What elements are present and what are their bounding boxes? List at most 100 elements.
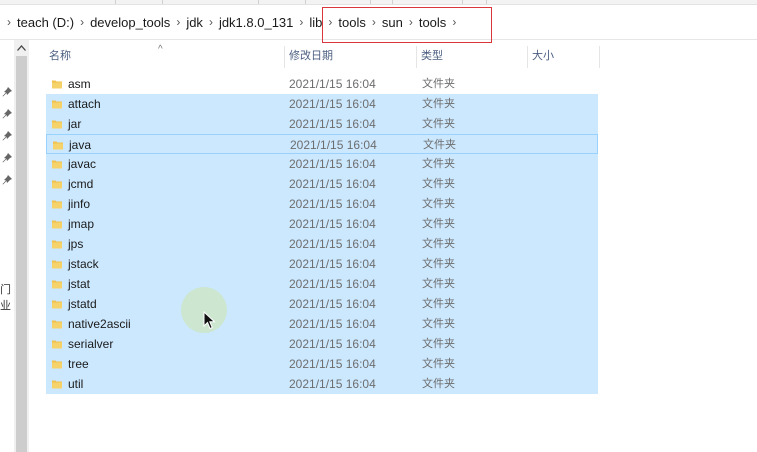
breadcrumb-item-drive[interactable]: teach (D:) — [16, 15, 75, 30]
folder-icon — [51, 198, 63, 210]
folder-icon — [51, 78, 63, 90]
file-type: 文件夹 — [422, 318, 455, 330]
column-header-size-label: 大小 — [532, 50, 554, 62]
folder-icon — [51, 298, 63, 310]
file-date: 2021/1/15 16:04 — [289, 277, 376, 291]
file-name: tree — [68, 357, 89, 371]
folder-icon — [52, 139, 64, 151]
column-header-name-label: 名称 — [49, 50, 71, 62]
file-row[interactable]: jps 2021/1/15 16:04 文件夹 — [46, 234, 598, 254]
file-name: jstack — [68, 257, 99, 271]
file-row[interactable]: native2ascii 2021/1/15 16:04 文件夹 — [46, 314, 598, 334]
file-row[interactable]: jmap 2021/1/15 16:04 文件夹 — [46, 214, 598, 234]
file-type: 文件夹 — [422, 378, 455, 390]
file-name: native2ascii — [68, 317, 131, 331]
file-date: 2021/1/15 16:04 — [289, 97, 376, 111]
file-name: javac — [68, 157, 97, 171]
file-row[interactable]: jar 2021/1/15 16:04 文件夹 — [46, 114, 598, 134]
folder-icon — [51, 378, 63, 390]
pin-icon[interactable] — [1, 130, 13, 142]
chevron-right-icon[interactable]: › — [294, 15, 308, 29]
chevron-right-icon[interactable]: › — [2, 15, 16, 29]
file-date: 2021/1/15 16:04 — [289, 357, 376, 371]
breadcrumb-item-jdk[interactable]: jdk — [185, 15, 204, 30]
file-list: asm 2021/1/15 16:04 文件夹 attach 2021/1/15 16:… — [46, 74, 598, 394]
column-header-type[interactable]: 类型 — [418, 46, 528, 68]
folder-icon — [51, 338, 63, 350]
file-date: 2021/1/15 16:04 — [289, 177, 376, 191]
mouse-cursor-icon — [203, 310, 216, 330]
file-type: 文件夹 — [422, 78, 455, 90]
folder-icon — [51, 258, 63, 270]
pin-icon[interactable] — [1, 174, 13, 186]
column-header-date[interactable]: 修改日期 — [286, 46, 417, 68]
file-type: 文件夹 — [422, 198, 455, 210]
file-name: attach — [68, 97, 101, 111]
file-name: jstat — [68, 277, 91, 291]
chevron-right-icon[interactable]: › — [204, 15, 218, 29]
file-date: 2021/1/15 16:04 — [289, 197, 376, 211]
file-name: asm — [68, 77, 91, 91]
file-name: java — [69, 138, 92, 152]
file-name: jar — [68, 117, 82, 131]
file-row[interactable]: serialver 2021/1/15 16:04 文件夹 — [46, 334, 598, 354]
file-row[interactable]: jstatd 2021/1/15 16:04 文件夹 — [46, 294, 598, 314]
file-name: serialver — [68, 337, 114, 351]
file-date: 2021/1/15 16:04 — [289, 77, 376, 91]
file-name: jstatd — [68, 297, 97, 311]
file-name: jinfo — [68, 197, 91, 211]
file-date: 2021/1/15 16:04 — [289, 257, 376, 271]
file-type: 文件夹 — [422, 238, 455, 250]
sort-up-icon: ^ — [158, 44, 163, 55]
file-date: 2021/1/15 16:04 — [289, 157, 376, 171]
file-date: 2021/1/15 16:04 — [290, 138, 377, 152]
file-row[interactable]: jcmd 2021/1/15 16:04 文件夹 — [46, 174, 598, 194]
folder-icon — [51, 118, 63, 130]
file-date: 2021/1/15 16:04 — [289, 317, 376, 331]
file-date: 2021/1/15 16:04 — [289, 217, 376, 231]
file-type: 文件夹 — [422, 178, 455, 190]
file-row[interactable]: attach 2021/1/15 16:04 文件夹 — [46, 94, 598, 114]
folder-icon — [51, 358, 63, 370]
breadcrumb-item-develop-tools[interactable]: develop_tools — [89, 15, 171, 30]
folder-icon — [51, 218, 63, 230]
chevron-right-icon[interactable]: › — [75, 15, 89, 29]
pin-icon[interactable] — [1, 86, 13, 98]
file-type: 文件夹 — [422, 298, 455, 310]
file-date: 2021/1/15 16:04 — [289, 377, 376, 391]
nav-scrollbar[interactable] — [14, 40, 29, 452]
file-row[interactable]: util 2021/1/15 16:04 文件夹 — [46, 374, 598, 394]
column-header-date-label: 修改日期 — [289, 50, 333, 62]
folder-icon — [51, 238, 63, 250]
file-row[interactable]: java 2021/1/15 16:04 文件夹 — [46, 134, 598, 154]
file-row[interactable]: jstack 2021/1/15 16:04 文件夹 — [46, 254, 598, 274]
scroll-thumb[interactable] — [16, 56, 27, 452]
address-bar[interactable]: › teach (D:) › develop_tools › jdk › jdk… — [0, 5, 757, 43]
file-row[interactable]: asm 2021/1/15 16:04 文件夹 — [46, 74, 598, 94]
chevron-right-icon[interactable]: › — [171, 15, 185, 29]
column-header-name[interactable]: 名称 ^ — [46, 44, 285, 68]
column-header-size[interactable]: 大小 — [529, 46, 600, 68]
column-headers: 名称 ^ 修改日期 类型 大小 — [46, 44, 606, 68]
pin-icon[interactable] — [1, 152, 13, 164]
file-type: 文件夹 — [423, 139, 456, 151]
file-date: 2021/1/15 16:04 — [289, 237, 376, 251]
file-name: jcmd — [68, 177, 94, 191]
file-row[interactable]: jstat 2021/1/15 16:04 文件夹 — [46, 274, 598, 294]
navigation-pane: 门业 — [0, 40, 14, 452]
file-row[interactable]: tree 2021/1/15 16:04 文件夹 — [46, 354, 598, 374]
folder-icon — [51, 318, 63, 330]
pin-icon[interactable] — [1, 108, 13, 120]
file-type: 文件夹 — [422, 258, 455, 270]
file-date: 2021/1/15 16:04 — [289, 297, 376, 311]
annotation-highlight-box — [322, 7, 492, 43]
breadcrumb-item-jdk-version[interactable]: jdk1.8.0_131 — [218, 15, 294, 30]
file-type: 文件夹 — [422, 338, 455, 350]
scroll-up-arrow-icon[interactable] — [14, 40, 29, 56]
file-date: 2021/1/15 16:04 — [289, 337, 376, 351]
file-date: 2021/1/15 16:04 — [289, 117, 376, 131]
file-row[interactable]: jinfo 2021/1/15 16:04 文件夹 — [46, 194, 598, 214]
file-row[interactable]: javac 2021/1/15 16:04 文件夹 — [46, 154, 598, 174]
nav-item-label[interactable]: 门业 — [0, 281, 14, 313]
folder-icon — [51, 278, 63, 290]
